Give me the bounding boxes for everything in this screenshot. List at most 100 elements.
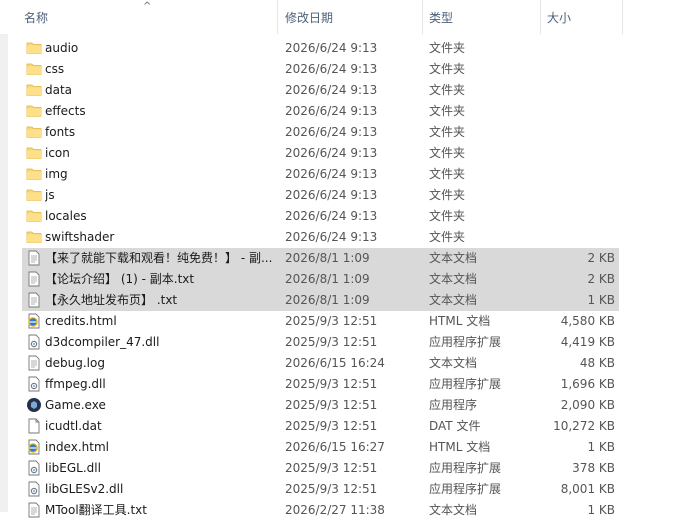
file-type: 应用程序扩展 [429,461,502,475]
file-row[interactable]: js 2026/6/24 9:13 文件夹 [22,185,619,206]
file-date: 2025/9/3 12:51 [285,377,378,391]
exe-icon [26,397,42,413]
folder-icon [26,208,42,224]
file-type: 文件夹 [429,188,466,202]
file-type: 应用程序扩展 [429,377,502,391]
file-row[interactable]: libGLESv2.dll 2025/9/3 12:51 应用程序扩展 8,001 K… [22,479,619,500]
text-file-icon [26,250,42,266]
file-size: 1,696 KB [560,377,615,391]
file-name: js [45,188,55,202]
file-name: MTool翻译工具.txt [45,503,147,517]
file-date: 2025/9/3 12:51 [285,335,378,349]
file-size [539,227,615,248]
file-row[interactable]: 【来了就能下载和观看！纯免费！】 - 副... 2026/8/1 1:09 文本文档… [22,248,619,269]
file-date: 2025/9/3 12:51 [285,419,378,433]
file-row[interactable]: img 2026/6/24 9:13 文件夹 [22,164,619,185]
file-row[interactable]: locales 2026/6/24 9:13 文件夹 [22,206,619,227]
text-file-icon [26,502,42,518]
left-pane-edge [0,34,8,512]
folder-icon [26,145,42,161]
file-row[interactable]: effects 2026/6/24 9:13 文件夹 [22,101,619,122]
file-row[interactable]: libEGL.dll 2025/9/3 12:51 应用程序扩展 378 KB [22,458,619,479]
folder-icon [26,103,42,119]
file-row[interactable]: data 2026/6/24 9:13 文件夹 [22,80,619,101]
file-name: swiftshader [45,230,115,244]
file-size: 378 KB [572,461,615,475]
folder-icon [26,61,42,77]
file-size: 2 KB [587,251,615,265]
file-type: HTML 文档 [429,314,491,328]
folder-icon [26,229,42,245]
column-name-label: 名称 [24,11,49,25]
file-date: 2025/9/3 12:51 [285,482,378,496]
file-type: 文本文档 [429,293,478,307]
file-size [539,38,615,59]
blank-file-icon [26,418,42,434]
file-date: 2025/9/3 12:51 [285,461,378,475]
file-name: debug.log [45,356,105,370]
file-row[interactable]: css 2026/6/24 9:13 文件夹 [22,59,619,80]
file-size [539,80,615,101]
file-row[interactable]: fonts 2026/6/24 9:13 文件夹 [22,122,619,143]
file-type: 文本文档 [429,356,478,370]
file-size: 2 KB [587,272,615,286]
file-date: 2026/6/24 9:13 [285,125,378,139]
sort-ascending-icon: ^ [143,1,152,12]
file-type: DAT 文件 [429,419,481,433]
dll-file-icon [26,460,42,476]
column-type[interactable]: 类型 [423,0,541,34]
folder-icon [26,124,42,140]
file-row[interactable]: MTool翻译工具.txt 2026/2/27 11:38 文本文档 1 KB [22,500,619,521]
file-row[interactable]: 【论坛介绍】 (1) - 副本.txt 2026/8/1 1:09 文本文档 2 KB [22,269,619,290]
column-size[interactable]: 大小 [541,0,623,34]
column-size-label: 大小 [547,11,572,25]
file-size: 48 KB [579,356,615,370]
folder-icon [26,187,42,203]
file-row[interactable]: audio 2026/6/24 9:13 文件夹 [22,38,619,59]
file-name: fonts [45,125,76,139]
file-size: 1 KB [587,503,615,517]
file-row[interactable]: icon 2026/6/24 9:13 文件夹 [22,143,619,164]
file-type: 文件夹 [429,167,466,181]
file-name: libEGL.dll [45,461,101,475]
file-name: data [45,83,73,97]
file-row[interactable]: d3dcompiler_47.dll 2025/9/3 12:51 应用程序扩展 4,… [22,332,619,353]
file-row[interactable]: debug.log 2026/6/15 16:24 文本文档 48 KB [22,353,619,374]
file-name: icudtl.dat [45,419,102,433]
file-name: audio [45,41,79,55]
folder-icon [26,40,42,56]
file-size [539,143,615,164]
file-type: 文件夹 [429,41,466,55]
file-size [539,185,615,206]
file-row[interactable]: ffmpeg.dll 2025/9/3 12:51 应用程序扩展 1,696 KB [22,374,619,395]
file-name: index.html [45,440,109,454]
file-size [539,101,615,122]
file-type: 文本文档 [429,251,478,265]
text-file-icon [26,292,42,308]
file-row[interactable]: swiftshader 2026/6/24 9:13 文件夹 [22,227,619,248]
file-date: 2026/8/1 1:09 [285,293,370,307]
folder-icon [26,82,42,98]
file-row[interactable]: credits.html 2025/9/3 12:51 HTML 文档 4,580 K… [22,311,619,332]
file-size: 8,001 KB [560,482,615,496]
file-size: 2,090 KB [560,398,615,412]
file-size [539,59,615,80]
file-type: 应用程序扩展 [429,482,502,496]
column-type-label: 类型 [429,11,454,25]
file-type: 文本文档 [429,272,478,286]
file-row[interactable]: 【永久地址发布页】 .txt 2026/8/1 1:09 文本文档 1 KB [22,290,619,311]
file-date: 2026/6/24 9:13 [285,188,378,202]
file-name: icon [45,146,70,160]
file-name: locales [45,209,87,223]
file-date: 2026/8/1 1:09 [285,272,370,286]
file-type: 文件夹 [429,146,466,160]
file-row[interactable]: Game.exe 2025/9/3 12:51 应用程序 2,090 KB [22,395,619,416]
file-date: 2026/6/24 9:13 [285,146,378,160]
file-row[interactable]: index.html 2026/6/15 16:27 HTML 文档 1 KB [22,437,619,458]
column-header: 名称 ^ 修改日期 类型 大小 [0,0,678,34]
file-date: 2026/6/24 9:13 [285,41,378,55]
file-row[interactable]: icudtl.dat 2025/9/3 12:51 DAT 文件 10,272 KB [22,416,619,437]
file-date: 2026/6/24 9:13 [285,104,378,118]
file-size: 1 KB [587,440,615,454]
column-date[interactable]: 修改日期 [279,0,423,34]
